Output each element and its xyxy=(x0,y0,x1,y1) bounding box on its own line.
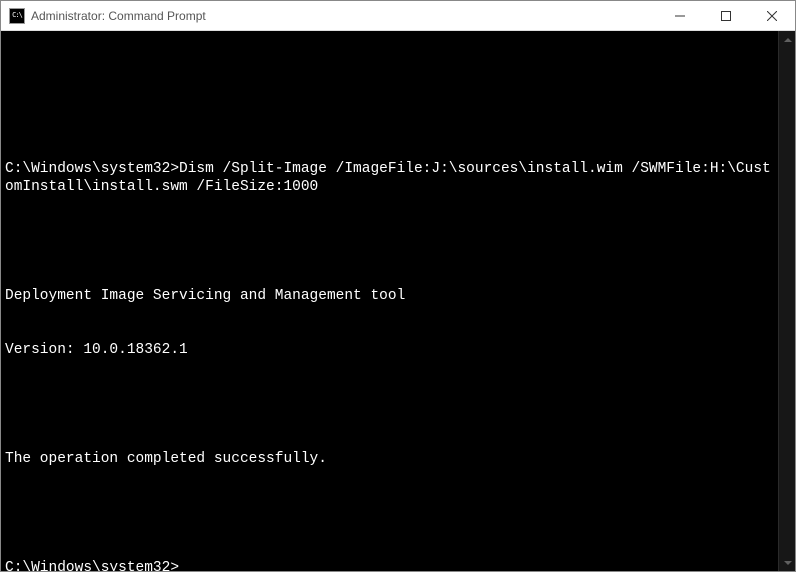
chevron-down-icon xyxy=(784,561,792,565)
terminal-line: The operation completed successfully. xyxy=(5,450,773,468)
cmd-icon: C:\ xyxy=(9,8,25,24)
terminal-line: Version: 10.0.18362.1 xyxy=(5,341,773,359)
close-button[interactable] xyxy=(749,1,795,30)
command-prompt-window: C:\ Administrator: Command Prompt C:\Win… xyxy=(0,0,796,572)
terminal-line: Deployment Image Servicing and Managemen… xyxy=(5,287,773,305)
window-controls xyxy=(657,1,795,30)
terminal-content: C:\Windows\system32>Dism /Split-Image /I… xyxy=(5,69,773,571)
terminal-line xyxy=(5,232,773,250)
terminal-prompt: C:\Windows\system32> xyxy=(5,559,773,571)
window-title: Administrator: Command Prompt xyxy=(31,9,657,23)
scroll-down-button[interactable] xyxy=(779,554,795,571)
minimize-button[interactable] xyxy=(657,1,703,30)
scroll-up-button[interactable] xyxy=(779,31,795,48)
terminal-line: C:\Windows\system32>Dism /Split-Image /I… xyxy=(5,160,773,196)
terminal-area[interactable]: C:\Windows\system32>Dism /Split-Image /I… xyxy=(1,31,795,571)
maximize-icon xyxy=(721,11,731,21)
terminal-line xyxy=(5,106,773,124)
chevron-up-icon xyxy=(784,38,792,42)
cmd-icon-text: C:\ xyxy=(12,12,22,19)
terminal-line xyxy=(5,504,773,522)
minimize-icon xyxy=(675,11,685,21)
scrollbar[interactable] xyxy=(778,31,795,571)
titlebar[interactable]: C:\ Administrator: Command Prompt xyxy=(1,1,795,31)
close-icon xyxy=(767,11,777,21)
terminal-line xyxy=(5,396,773,414)
maximize-button[interactable] xyxy=(703,1,749,30)
